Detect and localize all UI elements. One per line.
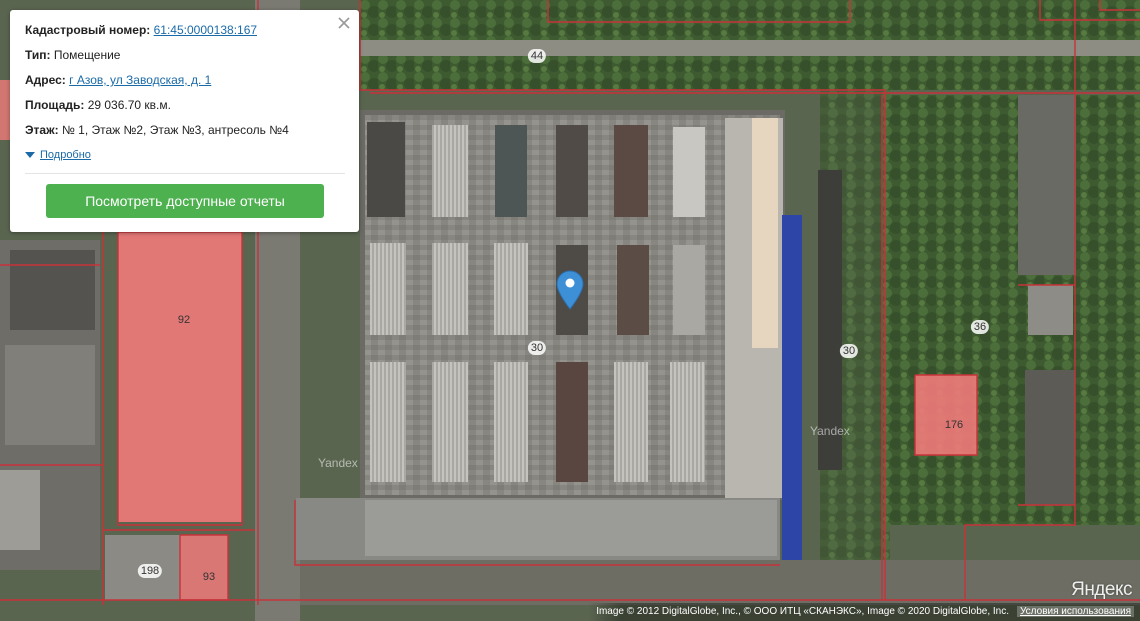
yandex-watermark: Yandex: [810, 424, 850, 438]
area-row: Площадь: 29 036.70 кв.м.: [25, 97, 345, 122]
close-icon[interactable]: [337, 16, 351, 30]
yandex-watermark: Yandex: [318, 456, 358, 470]
map-pin-icon[interactable]: [556, 270, 584, 315]
divider: [25, 173, 345, 174]
parcel-label: 198: [137, 564, 163, 578]
parcel-label: 30: [527, 341, 547, 355]
terms-link[interactable]: Условия использования: [1017, 606, 1134, 617]
address-label: Адрес:: [25, 73, 66, 87]
parcel-label: 30: [839, 344, 859, 358]
type-value: Помещение: [53, 48, 121, 62]
area-label: Площадь:: [25, 98, 85, 112]
address-link[interactable]: г Азов, ул Заводская, д. 1: [69, 73, 211, 87]
floor-value: № 1, Этаж №2, Этаж №3, антресоль №4: [61, 123, 289, 137]
parcel-label: 44: [527, 49, 547, 63]
cadastral-row: Кадастровый номер: 61:45:0000138:167: [25, 22, 345, 47]
parcel-label: 36: [970, 320, 990, 334]
yandex-logo: Яндекс: [1071, 579, 1132, 600]
details-toggle-label: Подробно: [40, 149, 91, 161]
view-reports-button[interactable]: Посмотреть доступные отчеты: [46, 184, 324, 218]
parcel-label: 93: [202, 571, 216, 583]
parcel-label: 92: [177, 314, 191, 326]
satellite-map[interactable]: 44 92 30 30 36 176 198 93 Yandex Yandex …: [0, 0, 1140, 621]
parcel-label: 176: [944, 419, 964, 431]
address-row: Адрес: г Азов, ул Заводская, д. 1: [25, 72, 345, 97]
area-value: 29 036.70 кв.м.: [87, 98, 171, 112]
cadastral-number-link[interactable]: 61:45:0000138:167: [154, 23, 257, 37]
cadastral-label: Кадастровый номер:: [25, 23, 151, 37]
details-toggle[interactable]: Подробно: [25, 149, 91, 161]
floor-row: Этаж: № 1, Этаж №2, Этаж №3, антресоль №…: [25, 122, 345, 147]
triangle-down-icon: [25, 152, 35, 158]
copyright-text: Image © 2012 DigitalGlobe, Inc., © ООО И…: [596, 606, 1009, 617]
floor-label: Этаж:: [25, 123, 59, 137]
copyright-bar: Image © 2012 DigitalGlobe, Inc., © ООО И…: [588, 603, 1140, 621]
type-label: Тип:: [25, 48, 51, 62]
parcel-info-popup: Кадастровый номер: 61:45:0000138:167 Тип…: [10, 10, 359, 232]
type-row: Тип: Помещение: [25, 47, 345, 72]
